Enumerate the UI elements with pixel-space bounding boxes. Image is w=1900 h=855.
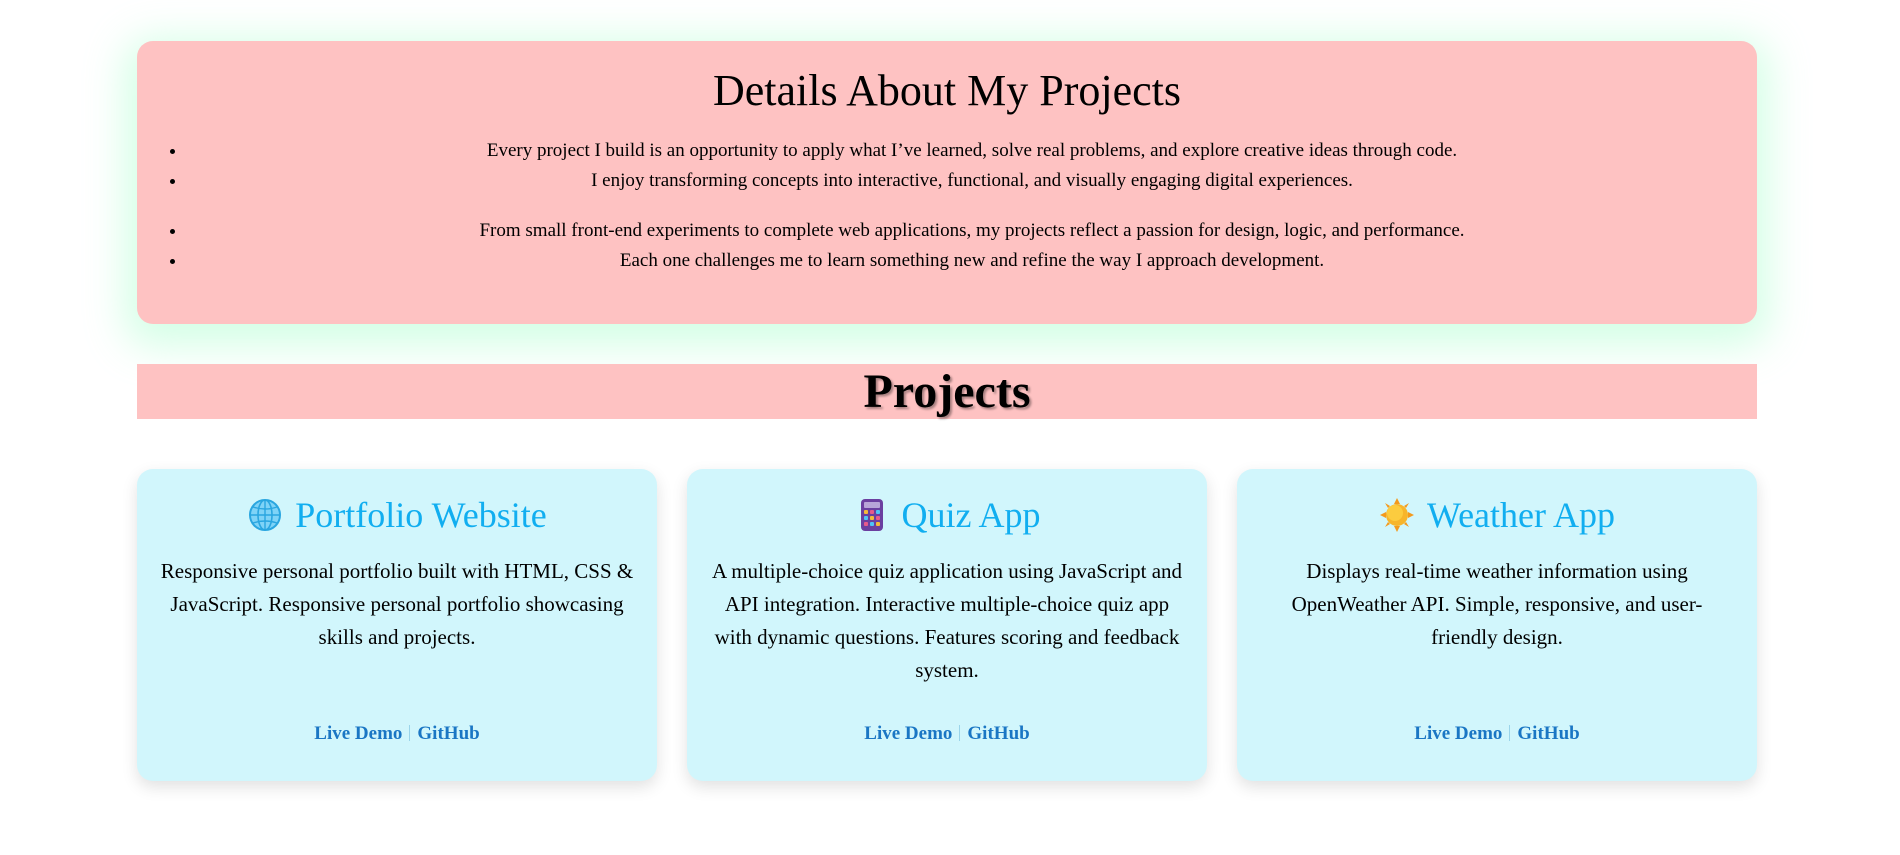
list-item: From small front-end experiments to comp…	[187, 216, 1757, 246]
link-divider	[959, 725, 961, 741]
project-card-quiz: Quiz App A multiple-choice quiz applicat…	[687, 469, 1207, 781]
card-title-row: Portfolio Website	[159, 493, 635, 537]
globe-icon	[247, 497, 283, 533]
card-links: Live Demo GitHub	[137, 723, 657, 745]
live-demo-link[interactable]: Live Demo	[864, 723, 952, 744]
project-card-portfolio: Portfolio Website Responsive personal po…	[137, 469, 657, 781]
card-title: Weather App	[1426, 495, 1616, 535]
list-item: I enjoy transforming concepts into inter…	[187, 166, 1757, 196]
card-description: Displays real-time weather information u…	[1291, 559, 1703, 649]
link-divider	[1509, 725, 1511, 741]
card-description: Responsive personal portfolio built with…	[160, 559, 634, 649]
calculator-icon	[854, 497, 890, 533]
project-card-weather: Weather App Displays real-time weather i…	[1237, 469, 1757, 781]
card-links: Live Demo GitHub	[1237, 723, 1757, 745]
live-demo-link[interactable]: Live Demo	[314, 723, 402, 744]
page: Details About My Projects Every project …	[0, 0, 1900, 855]
projects-heading-bar: Projects	[137, 364, 1757, 419]
projects-heading: Projects	[863, 365, 1031, 418]
github-link[interactable]: GitHub	[417, 723, 479, 744]
card-links: Live Demo GitHub	[687, 723, 1207, 745]
sun-icon	[1379, 497, 1415, 533]
list-item: Each one challenges me to learn somethin…	[187, 246, 1757, 276]
live-demo-link[interactable]: Live Demo	[1414, 723, 1502, 744]
card-title: Quiz App	[901, 495, 1041, 535]
github-link[interactable]: GitHub	[967, 723, 1029, 744]
details-list: Every project I build is an opportunity …	[137, 136, 1757, 196]
github-link[interactable]: GitHub	[1517, 723, 1579, 744]
details-title: Details About My Projects	[712, 66, 1182, 115]
card-title-row: Quiz App	[709, 493, 1185, 537]
details-list: From small front-end experiments to comp…	[137, 216, 1757, 276]
list-item: Every project I build is an opportunity …	[187, 136, 1757, 166]
card-title-row: Weather App	[1259, 493, 1735, 537]
details-panel: Details About My Projects Every project …	[137, 41, 1757, 324]
link-divider	[409, 725, 411, 741]
card-description: A multiple-choice quiz application using…	[711, 559, 1183, 682]
card-title: Portfolio Website	[295, 495, 547, 535]
